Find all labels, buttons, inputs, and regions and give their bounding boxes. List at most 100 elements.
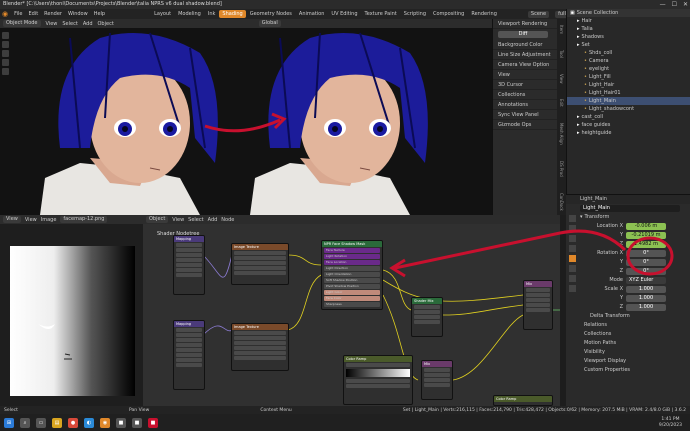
outliner-item[interactable]: ▸ Set [567,41,690,49]
outliner-item[interactable]: ▸ Hair [567,17,690,25]
scale-x-field[interactable]: 1.000 [626,286,666,293]
cursor-tool-icon[interactable] [2,41,9,48]
outliner-item[interactable]: • eyelight [567,65,690,73]
constraint-props-icon[interactable] [569,275,576,282]
menu-file[interactable]: File [14,11,22,17]
chrome-icon[interactable]: ● [68,417,78,428]
npr-node-row[interactable]: Soft Shadow Position [324,278,380,283]
node-image-texture-2[interactable]: Image Texture [231,323,289,371]
world-props-icon[interactable] [569,245,576,252]
npr-node-row[interactable]: Light Direction [324,266,380,271]
camera-view-option[interactable]: Camera View Option [493,60,557,70]
scale-z-field[interactable]: 1.000 [626,304,666,311]
node-color-ramp-2[interactable]: Color Ramp [493,395,553,406]
workspace-tab-shading[interactable]: Shading [219,10,246,18]
rotation-y-field[interactable]: 0° [626,259,666,266]
workspace-tab-animation[interactable]: Animation [296,10,328,18]
blender-logo-icon[interactable]: ◉ [2,10,8,18]
workspace-tab-rendering[interactable]: Rendering [468,10,500,18]
move-tool-icon[interactable] [2,50,9,57]
viewport-menu-add[interactable]: Add [83,21,93,27]
background-color-option[interactable]: Background Color [493,40,557,50]
panel-relations[interactable]: Relations [566,321,690,330]
image-menu-image[interactable]: Image [41,217,57,223]
minimize-button[interactable]: — [660,0,666,9]
rotate-tool-icon[interactable] [2,59,9,66]
edge-icon[interactable]: ◐ [84,417,94,428]
location-z-field[interactable]: 1.4982 m [626,241,666,248]
node-mix-2[interactable]: Mix [421,360,453,400]
sidebar-tab-view[interactable]: View [559,74,564,84]
node-mix-1[interactable]: Mix [523,280,553,330]
location-y-field[interactable]: -0.21019 m [626,232,666,239]
blender-taskbar-icon[interactable]: ◉ [100,417,110,428]
outliner-item[interactable]: ▸ cast_coll [567,113,690,121]
npr-node-row[interactable]: Face Color [324,296,380,301]
panel-custom-properties[interactable]: Custom Properties [566,366,690,375]
tool-props-icon[interactable] [569,215,576,222]
sidebar-tab-tool[interactable]: Tool [559,50,564,58]
panel-collections[interactable]: Collections [493,90,557,100]
app-icon-1[interactable]: ■ [116,417,126,428]
panel-visibility[interactable]: Visibility [566,348,690,357]
workspace-tab-layout[interactable]: Layout [151,10,174,18]
app-icon-3[interactable]: ■ [148,417,158,428]
node-mapping-2[interactable]: Mapping [173,320,205,390]
face-map-image[interactable] [0,224,143,406]
node-npr-face-shadow[interactable]: NPR Face Shadow Mask Face Texture Light R… [321,240,383,310]
editor-type-view[interactable]: View [3,216,21,223]
transform-orientation-dropdown[interactable]: Global [258,20,281,27]
menu-window[interactable]: Window [68,11,88,17]
menu-edit[interactable]: Edit [28,11,38,17]
modifier-props-icon[interactable] [569,265,576,272]
viewport-menu-select[interactable]: Select [62,21,77,27]
workspace-tab-ink[interactable]: Ink [205,10,219,18]
viewport-menu-view[interactable]: View [46,21,58,27]
viewport-menu-object[interactable]: Object [98,21,114,27]
panel-sync-view[interactable]: Sync View Panel [493,110,557,120]
workspace-tab-modeling[interactable]: Modeling [175,10,204,18]
workspace-tab-texture-paint[interactable]: Texture Paint [362,10,400,18]
file-explorer-icon[interactable]: ▤ [52,417,62,428]
npr-node-row[interactable]: Light Color [324,290,380,295]
object-name-field[interactable]: Light_Main [580,205,680,212]
outliner-item[interactable]: ▸ heightguide [567,129,690,137]
menu-help[interactable]: Help [94,11,105,17]
outliner-item[interactable]: • Light_Hair01 [567,89,690,97]
render-props-icon[interactable] [569,225,576,232]
panel-annotations[interactable]: Annotations [493,100,557,110]
node-editor[interactable]: Object View Select Add Node Shader Nodet… [143,215,560,406]
app-icon-2[interactable]: ■ [132,417,142,428]
node-mapping-1[interactable]: Mapping [173,235,205,295]
color-ramp-gradient[interactable] [346,369,410,377]
transform-panel-header[interactable]: ▾ Transform [566,213,690,222]
npr-node-row[interactable]: Pivot Shadow Position [324,284,380,289]
outliner-item[interactable]: ▸ Shadows [567,33,690,41]
viewport-3d[interactable] [0,28,492,215]
object-props-icon[interactable] [569,255,576,262]
workspace-tab-scripting[interactable]: Scripting [401,10,429,18]
outliner-item[interactable]: • Light_shadowcont [567,105,690,113]
search-icon[interactable]: ⌕ [20,417,30,428]
panel-view[interactable]: View [493,70,557,80]
outliner-item[interactable]: ▸ Talia [567,25,690,33]
sidebar-tab-edit[interactable]: Edit [559,99,564,107]
sidebar-tab-ds-prod[interactable]: DS Prod [559,161,564,177]
workspace-tab-compositing[interactable]: Compositing [430,10,467,18]
workspace-tab-geometry-nodes[interactable]: Geometry Nodes [247,10,295,18]
node-shader-mix[interactable]: Shader Mix [411,297,443,337]
menu-render[interactable]: Render [44,11,62,17]
image-menu-view[interactable]: View [25,217,37,223]
sidebar-tab-mesh-align[interactable]: Mesh Align [559,123,564,145]
close-button[interactable]: ✕ [683,0,688,9]
data-props-icon[interactable] [569,285,576,292]
task-view-icon[interactable]: ▭ [36,417,46,428]
sidebar-tab-condock[interactable]: ConDock [559,193,564,211]
outliner-item[interactable]: • Camera [567,57,690,65]
rotation-mode-dropdown[interactable]: XYZ Euler [626,277,666,284]
image-selector[interactable]: facemap-12.png [60,216,108,223]
viewport-rendering-header[interactable]: Viewport Rendering [493,19,557,29]
sidebar-tab-item[interactable]: Item [559,25,564,34]
location-x-field[interactable]: -0.006 m [626,223,666,230]
object-mode-dropdown[interactable]: Object Mode [3,20,41,27]
